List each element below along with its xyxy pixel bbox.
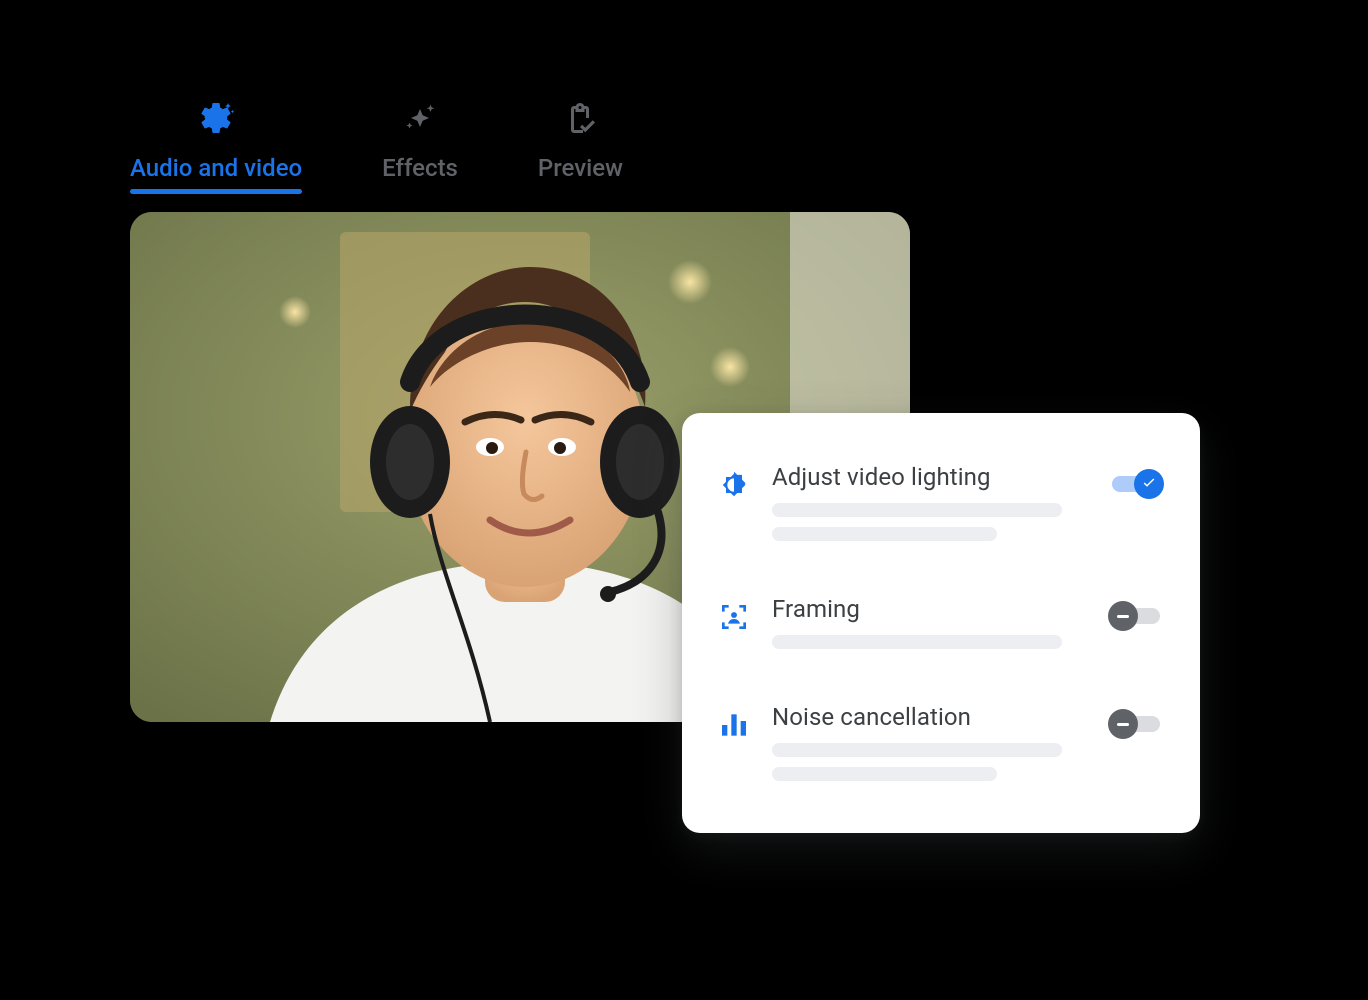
tab-label: Preview [538,154,623,182]
tab-audio-and-video[interactable]: Audio and video [130,100,302,188]
setting-title: Noise cancellation [772,703,1078,731]
gear-sparkle-icon [198,100,234,140]
setting-row-framing: Framing [718,581,1164,689]
setting-title: Adjust video lighting [772,463,1078,491]
toggle-framing[interactable] [1108,601,1164,631]
setting-row-lighting: Adjust video lighting [718,449,1164,581]
check-icon [1141,474,1157,494]
brightness-icon [718,469,750,501]
minus-icon [1117,723,1129,726]
tab-label: Audio and video [130,154,302,182]
audio-video-settings-card: Adjust video lighting [682,413,1200,833]
placeholder-line [772,743,1062,757]
clipboard-check-icon [562,100,598,140]
placeholder-line [772,767,997,781]
tab-preview[interactable]: Preview [538,100,623,188]
tab-label: Effects [382,154,458,182]
placeholder-line [772,503,1062,517]
setting-row-noise-cancellation: Noise cancellation [718,689,1164,821]
placeholder-line [772,527,997,541]
settings-tabs: Audio and video Effects Preview [130,100,623,188]
toggle-noise-cancellation[interactable] [1108,709,1164,739]
tab-effects[interactable]: Effects [382,100,458,188]
setting-title: Framing [772,595,1078,623]
placeholder-line [772,635,1062,649]
equalizer-icon [718,709,750,741]
minus-icon [1117,615,1129,618]
framing-icon [718,601,750,633]
sparkles-icon [402,100,438,140]
toggle-lighting[interactable] [1108,469,1164,499]
